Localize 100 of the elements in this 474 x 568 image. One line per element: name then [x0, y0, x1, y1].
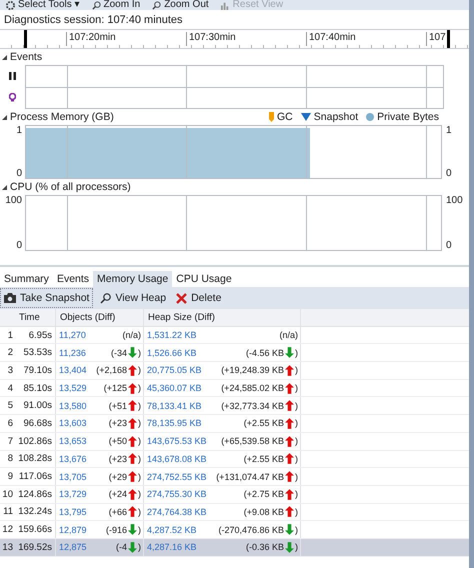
diff-value: (+24,585.02 KB [221, 383, 284, 394]
row-number: 3 [6, 364, 14, 376]
axis-label: 100 [5, 195, 22, 206]
paren: ) [138, 436, 141, 446]
heap-link[interactable]: 274,755.30 KB [147, 489, 207, 500]
heap-link[interactable]: 1,526.66 KB [147, 348, 197, 358]
diff-value: (+23 [108, 418, 127, 428]
diff-value: (+65,539.58 KB [221, 436, 284, 446]
table-row[interactable]: 1 6.95s 11,270 (n/a) 1,531.22 KB (n/a) [0, 326, 469, 344]
objects-link[interactable]: 13,729 [59, 489, 87, 500]
table-row[interactable]: 7 102.86s 13,653 (+50 ) 143,675.53 KB (+65,539.58 KB ) [0, 432, 469, 450]
paren: ) [295, 348, 298, 358]
heap-link[interactable]: 274,752.55 KB [147, 472, 207, 482]
toolbar-button[interactable]: Delete [173, 288, 224, 308]
heap-link[interactable]: 1,531.22 KB [147, 330, 197, 340]
paren: ) [295, 524, 298, 535]
objects-link[interactable]: 13,529 [59, 383, 87, 394]
range-handle[interactable] [24, 30, 27, 48]
paren: ) [138, 489, 141, 500]
objects-link[interactable]: 13,795 [59, 506, 87, 517]
table-row[interactable]: 5 91.00s 13,580 (+51 ) 78,133.41 KB (+32,773.34 KB ) [0, 397, 469, 416]
section-title: Process Memory (GB) [10, 111, 114, 123]
objects-link[interactable]: 11,236 [59, 348, 86, 358]
toolbar-button[interactable]: Zoom In [90, 0, 142, 10]
gear-icon [6, 0, 15, 10]
table-row[interactable]: 2 53.53s 11,236 (-34 ) 1,526.66 KB (-4.56 KB ) [0, 344, 469, 362]
table-row[interactable]: 3 79.10s 13,404 (+2,168 ) 20,775.05 KB (+19,248.39 KB ) [0, 362, 469, 380]
paren: ) [295, 383, 298, 394]
tab[interactable]: Memory Usage [93, 271, 172, 287]
paren: ) [138, 472, 141, 482]
heap-link[interactable]: 78,133.41 KB [147, 400, 202, 411]
toolbar-button[interactable]: Zoom Out [150, 0, 211, 10]
toolbar-button[interactable]: View Heap [97, 288, 170, 308]
objects-link[interactable]: 13,676 [59, 454, 87, 464]
timeline-ruler[interactable]: 107:20min 107:30min 107:40min 107 [0, 29, 469, 49]
tab[interactable]: CPU Usage [172, 271, 236, 287]
column-header[interactable]: Objects (Diff) [56, 309, 144, 326]
table-cell: 6.95s [15, 326, 56, 344]
row-number: 10 [1, 488, 14, 500]
ruler-label: 107:30min [186, 32, 236, 46]
diff-value: (-916 [106, 524, 127, 535]
ruler-label: 107 [426, 32, 446, 46]
range-handle[interactable] [447, 30, 450, 48]
row-number: 9 [6, 471, 14, 482]
objects-link[interactable]: 13,404 [59, 365, 87, 376]
paren: ) [295, 454, 298, 464]
diff-value: (+2,168 [96, 365, 127, 376]
axis-label: 100 [446, 195, 463, 206]
column-header[interactable]: Heap Size (Diff) [144, 309, 301, 326]
tab[interactable]: Summary [0, 271, 53, 287]
heap-link[interactable]: 20,775.05 KB [147, 365, 202, 376]
axis-label: 1 [16, 125, 22, 136]
toolbar-button[interactable]: Select Tools ▾ [4, 0, 82, 10]
table-row[interactable]: 4 85.10s 13,529 (+125 ) 45,360.07 KB (+24,585.02 KB ) [0, 380, 469, 398]
heap-link[interactable]: 78,135.95 KB [147, 418, 202, 428]
heap-link[interactable]: 45,360.07 KB [147, 383, 202, 394]
diff-value: (+32,773.34 KB [221, 400, 284, 411]
toolbar-button[interactable]: Take Snapshot [0, 288, 94, 308]
legend-label: Snapshot [314, 111, 358, 123]
column-header[interactable]: Time [15, 309, 56, 326]
tab[interactable]: Events [52, 271, 94, 287]
row-number: 2 [6, 347, 14, 358]
diff-value: (+24 [108, 489, 127, 500]
diff-value: (+50 [108, 436, 127, 446]
magnifier-icon [152, 0, 162, 10]
table-row[interactable]: 11 132.24s 13,795 (+66 ) 274,764.38 KB (+9.08 KB ) [0, 504, 469, 522]
paren: ) [295, 418, 298, 428]
table-row[interactable]: 6 96.68s 13,603 (+23 ) 78,135.95 KB (+2.55 KB ) [0, 415, 469, 433]
objects-link[interactable]: 12,879 [59, 524, 87, 535]
diff-value: (+9.08 KB [244, 506, 284, 517]
paren: ) [295, 542, 298, 552]
table-row[interactable]: 10 124.86s 13,729 (+24 ) 274,755.30 KB (+2.75 KB ) [0, 486, 469, 504]
heap-link[interactable]: 143,678.08 KB [147, 454, 207, 464]
table-cell: 91.00s [15, 397, 56, 414]
table-row[interactable]: 9 117.06s 13,705 (+29 ) 274,752.55 KB (+131,074.47 KB ) [0, 468, 469, 486]
heap-link[interactable]: 4,287.52 KB [147, 524, 197, 535]
diff-value: (n/a) [122, 330, 141, 340]
table-cell: 117.06s [15, 468, 56, 485]
row-number: 11 [2, 506, 14, 518]
ruler-label: 107:40min [306, 32, 356, 46]
paren: ) [295, 400, 298, 411]
table-row[interactable]: 8 108.28s 13,676 (+23 ) 143,678.08 KB (+2.55 KB ) [0, 450, 469, 468]
objects-link[interactable]: 13,603 [59, 418, 87, 428]
paren: ) [295, 506, 298, 517]
objects-link[interactable]: 13,705 [59, 472, 87, 482]
heap-link[interactable]: 143,675.53 KB [147, 436, 207, 446]
section-header[interactable]: Events [0, 49, 469, 65]
row-number: 7 [6, 436, 14, 447]
section-header[interactable]: Process Memory (GB) GC Snapshot Private Bytes [0, 109, 469, 125]
legend-label: GC [277, 111, 293, 123]
objects-link[interactable]: 13,653 [59, 436, 87, 446]
table-cell: 108.28s [15, 450, 56, 468]
section-header[interactable]: CPU (% of all processors) [0, 179, 469, 195]
objects-link[interactable]: 13,580 [59, 400, 87, 411]
diff-value: (+19,248.39 KB [221, 365, 284, 376]
objects-link[interactable]: 11,270 [59, 330, 86, 340]
legend-label: Private Bytes [377, 111, 439, 123]
diff-value: (+131,074.47 KB [216, 472, 284, 482]
camera-icon [4, 293, 16, 303]
heap-link[interactable]: 274,764.38 KB [147, 506, 207, 517]
